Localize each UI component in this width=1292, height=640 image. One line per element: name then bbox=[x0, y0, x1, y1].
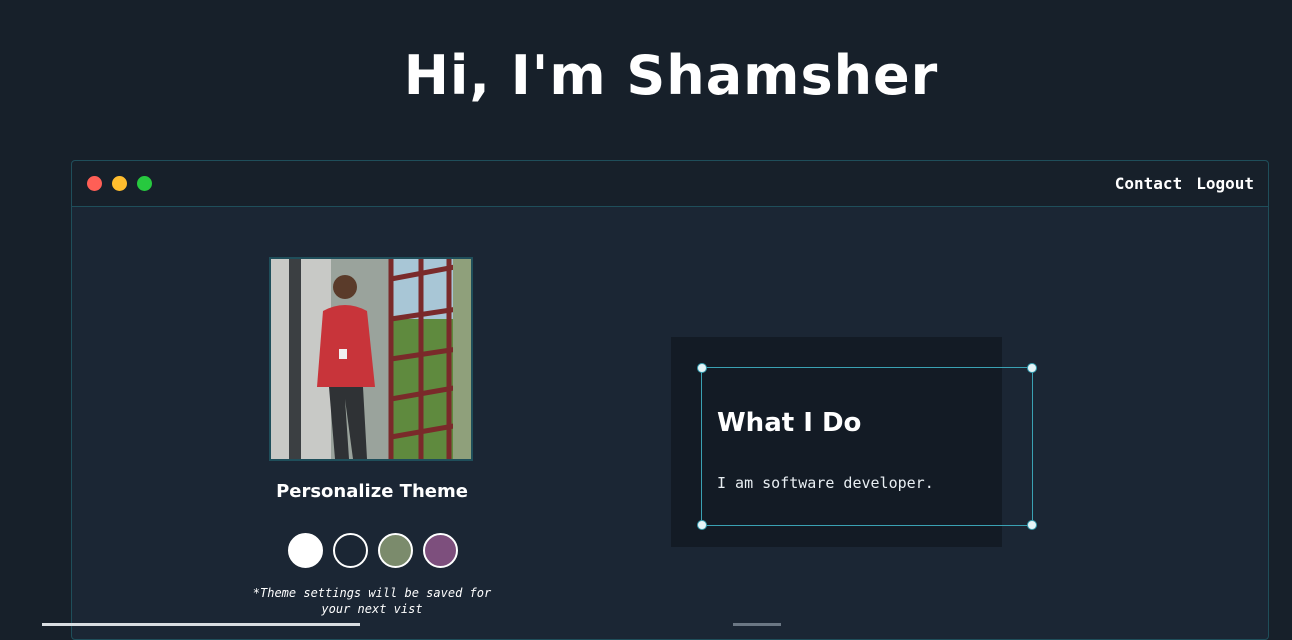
what-i-do-text: I am software developer. bbox=[717, 474, 934, 492]
theme-save-note: *Theme settings will be saved for your n… bbox=[252, 586, 492, 616]
resize-handle-top-left[interactable] bbox=[697, 363, 707, 373]
browser-window: Contact Logout Personalize Theme *Theme … bbox=[71, 160, 1269, 640]
theme-swatch-white[interactable] bbox=[288, 533, 323, 568]
resize-handle-bottom-right[interactable] bbox=[1027, 520, 1037, 530]
minimize-window-dot[interactable] bbox=[112, 176, 127, 191]
resize-handle-top-right[interactable] bbox=[1027, 363, 1037, 373]
theme-swatch-plum[interactable] bbox=[423, 533, 458, 568]
page-title: Hi, I'm Shamsher bbox=[403, 44, 939, 107]
logout-link[interactable]: Logout bbox=[1196, 174, 1254, 193]
theme-swatch-sage[interactable] bbox=[378, 533, 413, 568]
top-nav: Contact Logout bbox=[1115, 174, 1254, 193]
theme-swatch-dark[interactable] bbox=[333, 533, 368, 568]
profile-photo-image bbox=[271, 259, 471, 459]
profile-photo bbox=[269, 257, 473, 461]
resize-handle-bottom-left[interactable] bbox=[697, 520, 707, 530]
window-titlebar: Contact Logout bbox=[72, 161, 1268, 207]
personalize-theme-heading: Personalize Theme bbox=[276, 481, 468, 502]
what-i-do-heading: What I Do bbox=[717, 408, 862, 438]
what-i-do-card: What I Do I am software developer. bbox=[671, 337, 1037, 547]
theme-swatches bbox=[288, 533, 458, 568]
contact-link[interactable]: Contact bbox=[1115, 174, 1182, 193]
selection-box: What I Do I am software developer. bbox=[697, 363, 1037, 530]
maximize-window-dot[interactable] bbox=[137, 176, 152, 191]
close-window-dot[interactable] bbox=[87, 176, 102, 191]
